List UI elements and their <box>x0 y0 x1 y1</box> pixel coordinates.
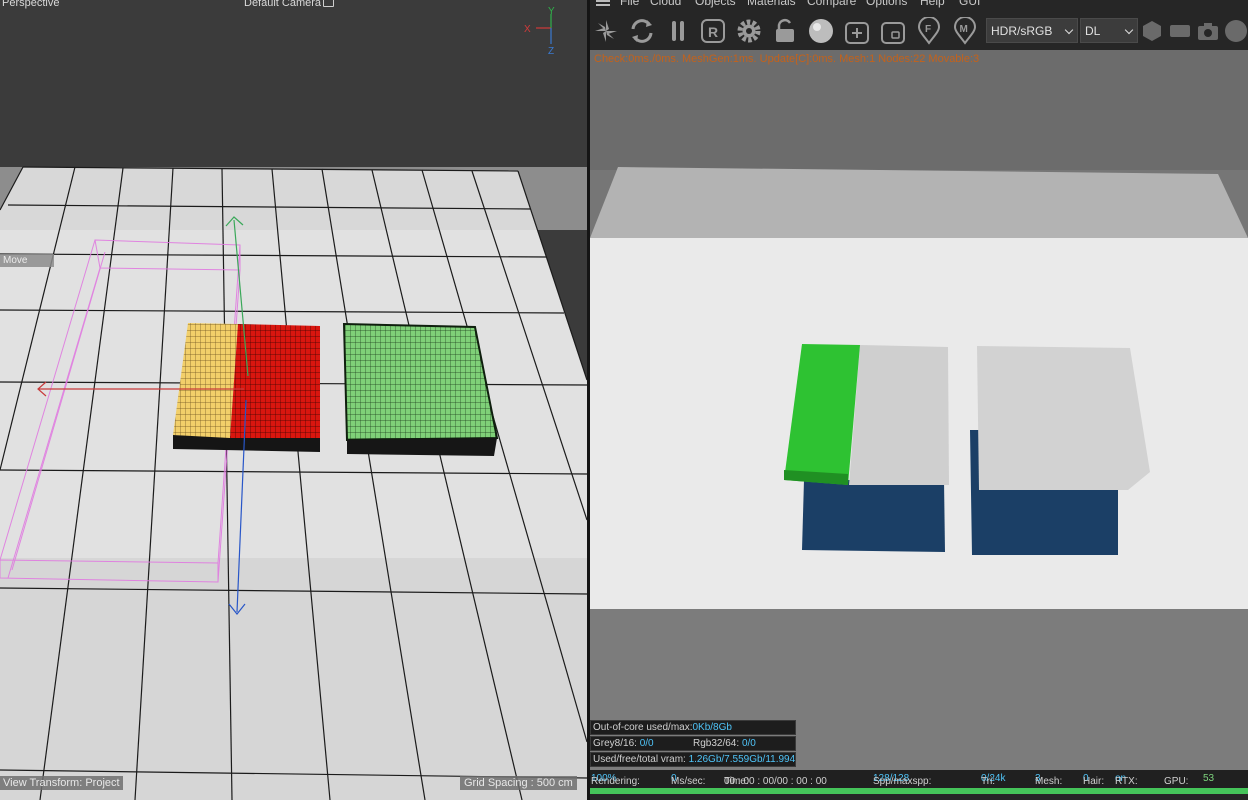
render-stats-line: Check:0ms./0ms. MeshGen:1ms. Update[C]:0… <box>594 53 980 65</box>
octane-live-viewer: File Cloud Objects Materials Compare Opt… <box>590 0 1248 800</box>
render-sky-band <box>590 50 1248 170</box>
menu-file[interactable]: File <box>620 0 639 8</box>
sphere-icon[interactable] <box>1221 16 1248 46</box>
grey-value: 0/0 <box>639 738 654 749</box>
viewport-title[interactable]: Perspective <box>2 0 59 9</box>
restart-render-icon[interactable] <box>627 16 657 46</box>
status-ms-sec: Ms/sec: 0 <box>671 773 706 787</box>
viewport-perspective[interactable]: Y X Z Perspective Default Camera Move Vi… <box>0 0 587 800</box>
menu-objects[interactable]: Objects <box>695 0 736 8</box>
vram-info: Used/free/total vram: 1.26Gb/7.559Gb/11.… <box>590 752 796 767</box>
grey-label: Grey8/16: <box>593 738 637 749</box>
move-tool-tag: Move <box>0 254 54 267</box>
vram-label: Used/free/total vram: <box>593 754 686 765</box>
view-transform-label: View Transform: Project <box>0 776 123 790</box>
menu-compare[interactable]: Compare <box>807 0 856 8</box>
chevron-down-icon <box>1124 25 1134 35</box>
menu-materials[interactable]: Materials <box>747 0 796 8</box>
status-rtx: RTX: on <box>1115 773 1138 787</box>
status-hair: Hair: 0 <box>1083 773 1105 787</box>
camera-label[interactable]: Default Camera <box>244 0 335 9</box>
hamburger-menu-icon[interactable] <box>596 0 610 2</box>
rgb-label: Rgb32/64: <box>693 738 740 749</box>
axis-x-label: X <box>524 24 531 35</box>
send-scene-icon[interactable] <box>591 16 621 46</box>
menu-options[interactable]: Options <box>866 0 907 8</box>
floor-bottom-band <box>0 558 587 800</box>
material-ball-icon[interactable] <box>806 16 836 46</box>
color-space-value: HDR/sRGB <box>991 24 1053 38</box>
cube-icon[interactable] <box>1137 16 1167 46</box>
floor-top-band <box>0 167 587 230</box>
status-spp: Spp/maxspp: 128/128 <box>873 773 932 787</box>
status-gpu-value: 53 <box>1203 773 1215 784</box>
menu-gui[interactable]: GUI <box>959 0 980 8</box>
camera-name: Default Camera <box>244 0 322 9</box>
out-of-core-info: Out-of-core used/max:0Kb/8Gb <box>590 720 796 735</box>
film-icon[interactable] <box>1165 16 1195 46</box>
render-progress-bar <box>590 788 1248 794</box>
kernel-value: DL <box>1085 24 1101 38</box>
render-progress-fill <box>590 788 1248 794</box>
focus-pick-icon[interactable] <box>878 16 908 46</box>
status-mesh: Mesh: 3 <box>1035 773 1063 787</box>
render-status-bar: Rendering: 100% Ms/sec: 0 Time: 00 : 00 … <box>590 770 1248 788</box>
menu-bar: File Cloud Objects Materials Compare Opt… <box>590 0 1248 10</box>
svg-text:F: F <box>925 24 931 35</box>
focus-icon[interactable]: F <box>914 16 944 46</box>
material-pick-icon[interactable]: M <box>950 16 980 46</box>
grid-spacing-label: Grid Spacing : 500 cm <box>460 776 577 790</box>
shadow-left <box>802 480 945 552</box>
chevron-down-icon <box>1064 25 1074 35</box>
render-floor-back <box>590 167 1248 238</box>
add-icon[interactable] <box>842 16 872 46</box>
menu-cloud[interactable]: Cloud <box>650 0 681 8</box>
camera-icon[interactable] <box>1193 16 1223 46</box>
yellow-red-block[interactable] <box>173 323 320 452</box>
settings-gear-icon[interactable] <box>734 16 764 46</box>
status-rendering: Rendering: 100% <box>591 773 640 787</box>
out-of-core-label: Out-of-core used/max: <box>593 722 693 733</box>
rgb-info: Rgb32/64: 0/0 <box>693 738 756 749</box>
render-grey-box-left <box>849 345 949 485</box>
axis-y-label: Y <box>548 6 555 17</box>
color-space-select[interactable]: HDR/sRGB <box>986 18 1078 43</box>
out-of-core-value: 0Kb/8Gb <box>692 722 732 733</box>
render-view[interactable] <box>590 50 1248 770</box>
axis-triad: Y X Z <box>524 6 555 57</box>
pause-render-icon[interactable] <box>663 16 693 46</box>
green-block[interactable] <box>342 322 499 456</box>
svg-text:M: M <box>960 24 968 35</box>
lock-icon[interactable] <box>770 16 800 46</box>
status-tri: Tri: 0/24k <box>981 773 1006 787</box>
menu-help[interactable]: Help <box>920 0 945 8</box>
rgb-value: 0/0 <box>741 738 756 749</box>
texture-info: Grey8/16: 0/0 Rgb32/64: 0/0 <box>590 736 796 751</box>
region-render-icon[interactable]: R <box>698 16 728 46</box>
vram-value: 1.26Gb/7.559Gb/11.994 <box>688 754 796 765</box>
viewport-scene[interactable]: Y X Z <box>0 0 587 800</box>
svg-text:R: R <box>708 24 718 40</box>
kernel-select[interactable]: DL <box>1080 18 1138 43</box>
render-grey-box-right <box>977 346 1150 490</box>
camera-link-icon[interactable] <box>323 0 335 7</box>
axis-z-label: Z <box>548 46 554 57</box>
octane-toolbar: R F M HDR/sRGB DL <box>590 12 1248 50</box>
